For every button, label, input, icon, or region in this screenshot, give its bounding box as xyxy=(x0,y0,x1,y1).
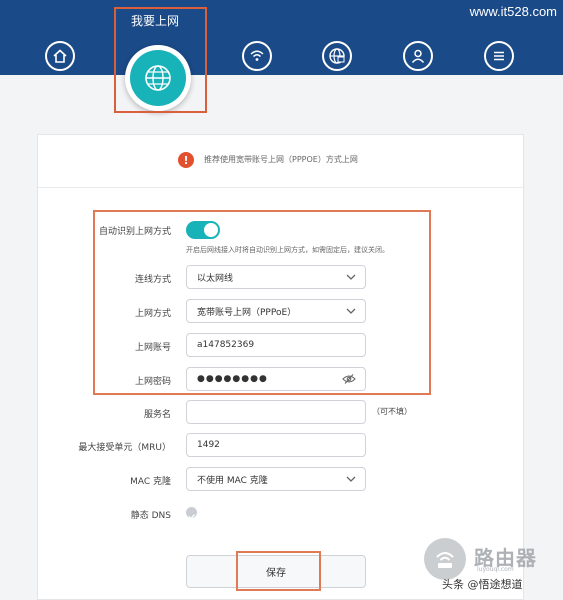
mac-clone-label: MAC 克隆 xyxy=(130,477,171,487)
notice-bar: ! 推荐使用宽带账号上网（PPPOE）方式上网 xyxy=(38,135,523,188)
static-dns-checkbox[interactable] xyxy=(186,507,197,520)
site-watermark: www.it528.com xyxy=(469,4,557,19)
brand-watermark-url: luyouqi.com xyxy=(477,566,514,573)
nav-wifi-button[interactable] xyxy=(242,41,272,71)
mru-input[interactable]: 1492 xyxy=(186,433,366,457)
network-icon xyxy=(329,48,345,64)
annotation-highlight-save xyxy=(236,551,321,591)
annotation-highlight-form xyxy=(93,210,431,395)
mac-clone-select[interactable]: 不使用 MAC 克隆 xyxy=(186,467,366,491)
router-logo-watermark xyxy=(424,538,466,580)
optional-note: （可不填） xyxy=(372,407,412,416)
user-icon xyxy=(411,49,425,64)
service-name-input[interactable] xyxy=(186,400,366,424)
author-watermark: 头条 @悟途想道 xyxy=(442,578,523,591)
nav-more-button[interactable] xyxy=(484,41,514,71)
notice-text: 推荐使用宽带账号上网（PPPOE）方式上网 xyxy=(204,155,358,164)
chevron-down-icon xyxy=(346,476,356,482)
annotation-highlight-nav xyxy=(114,7,207,113)
static-dns-label: 静态 DNS xyxy=(130,511,171,521)
nav-home-button[interactable] xyxy=(45,41,75,71)
alert-icon: ! xyxy=(178,152,194,168)
wifi-icon xyxy=(250,50,264,61)
nav-account-button[interactable] xyxy=(403,41,433,71)
mru-label: 最大接受单元（MRU） xyxy=(78,443,171,453)
home-icon xyxy=(53,49,67,63)
router-icon xyxy=(436,552,454,568)
mru-value: 1492 xyxy=(197,440,220,450)
checkmark-icon xyxy=(188,514,195,520)
menu-icon xyxy=(494,51,504,61)
nav-devices-button[interactable] xyxy=(322,41,352,71)
service-name-label: 服务名 xyxy=(143,410,171,420)
mac-clone-value: 不使用 MAC 克隆 xyxy=(197,475,268,486)
